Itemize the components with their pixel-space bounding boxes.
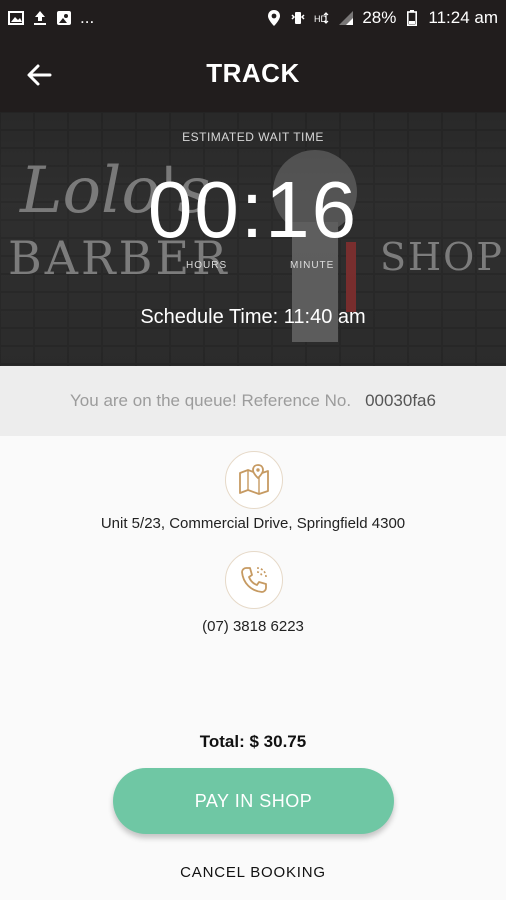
hd-icon: HD	[314, 10, 330, 26]
gallery-icon	[56, 10, 72, 26]
shop-phone[interactable]: (07) 3818 6223	[0, 618, 506, 635]
signal-icon	[338, 10, 354, 26]
map-button[interactable]	[225, 451, 283, 509]
status-more: ...	[80, 8, 95, 27]
map-pin-icon	[239, 464, 269, 495]
battery-percent: 28%	[362, 8, 397, 27]
cancel-booking-button[interactable]: CANCEL BOOKING	[0, 864, 506, 881]
status-right: HD 28% 11:24 am	[266, 8, 498, 28]
hours-label: HOURS	[186, 260, 228, 271]
phone-icon	[241, 567, 267, 593]
shop-address[interactable]: Unit 5/23, Commercial Drive, Springfield…	[0, 515, 506, 532]
page-title: TRACK	[206, 58, 300, 88]
upload-icon	[32, 10, 48, 26]
image-icon	[8, 10, 24, 26]
total-amount: Total: $ 30.75	[199, 732, 307, 751]
minute-label: MINUTE	[290, 260, 335, 271]
queue-label: You are on the queue! Reference No.	[70, 391, 352, 410]
location-icon	[266, 10, 282, 26]
pay-in-shop-button[interactable]: PAY IN SHOP	[113, 768, 394, 834]
status-time: 11:24 am	[428, 8, 498, 27]
reference-number: 00030fa6	[365, 391, 436, 410]
vibrate-icon	[290, 10, 306, 26]
schedule-time: Schedule Time: 11:40 am	[140, 306, 366, 328]
wait-time-caption: ESTIMATED WAIT TIME	[182, 130, 324, 144]
battery-icon	[404, 10, 420, 26]
wait-time-timer: 00:16	[147, 165, 359, 254]
status-bar: ... HD 28% 11:24 am	[0, 0, 506, 36]
status-left: ...	[8, 8, 94, 28]
call-button[interactable]	[225, 551, 283, 609]
queue-reference-bar: You are on the queue! Reference No. 0003…	[0, 366, 506, 436]
app-bar: TRACK	[0, 36, 506, 112]
wait-time-banner: Lolo's BARBER SHOP ESTIMATED WAIT TIME 0…	[0, 112, 506, 366]
